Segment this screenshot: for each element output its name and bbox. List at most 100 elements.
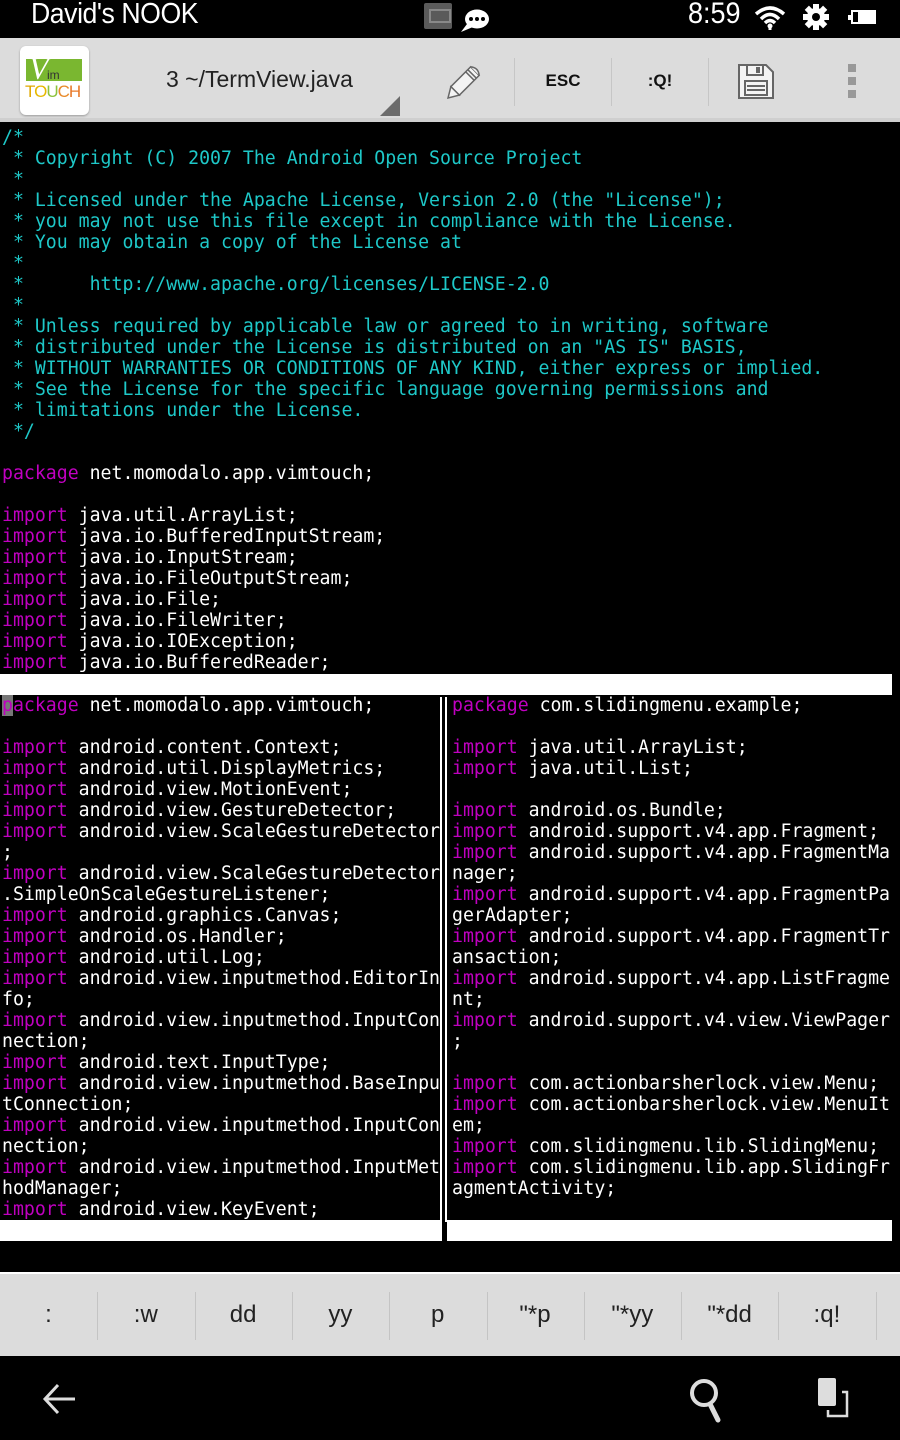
code-line: nection; <box>2 1136 90 1157</box>
keyword-token: import <box>2 1010 68 1031</box>
quick-command-button[interactable]: yy <box>292 1274 389 1356</box>
code-token: fo; <box>2 989 35 1010</box>
code-line: import android.view.MotionEvent; <box>2 779 352 800</box>
comment-token: * WITHOUT WARRANTIES OR CONDITIONS OF AN… <box>2 358 824 379</box>
keyword-token: import <box>2 547 68 568</box>
quick-command-button[interactable]: "*yy <box>584 1274 681 1356</box>
code-token: android.view.inputmethod.InputCon <box>67 1010 440 1031</box>
settings-gear-icon <box>803 4 829 30</box>
keyword-token: import <box>2 526 68 547</box>
keyword-token: import <box>2 737 68 758</box>
vertical-split-separator[interactable] <box>440 697 447 1222</box>
keyword-token: import <box>2 1199 68 1220</box>
keyword-token: import <box>2 926 68 947</box>
code-token: android.support.v4.view.ViewPager <box>517 1010 890 1031</box>
comment-token: * distributed under the License is distr… <box>2 337 747 358</box>
code-line: import java.io.BufferedReader; <box>2 652 331 673</box>
code-line: import android.os.Bundle; <box>452 800 726 821</box>
recent-apps-icon[interactable] <box>816 1376 864 1420</box>
dropdown-indicator-icon <box>380 96 400 116</box>
code-line: fo; <box>2 989 35 1010</box>
left-window-statusline: ~/TermView.java 1,1 Top <box>0 1220 442 1304</box>
code-token: gerAdapter; <box>452 905 573 926</box>
statusline-scroll: Top <box>858 737 891 758</box>
code-line: hodManager; <box>2 1178 122 1199</box>
code-token: android.os.Handler; <box>67 926 287 947</box>
floppy-disk-icon <box>738 64 774 99</box>
quick-command-button[interactable]: "*dd <box>681 1274 778 1356</box>
code-token: net.momodalo.app.vimtouch; <box>78 463 375 484</box>
code-line: nt; <box>452 989 485 1010</box>
keyword-token: ackage <box>12 695 79 716</box>
code-token: android.view.ScaleGestureDetector <box>67 821 440 842</box>
logo-v: V <box>29 50 49 86</box>
code-line: package net.momodalo.app.vimtouch; <box>2 463 374 484</box>
right-window-statusline: ~/BaseActivity.java 11,43 Top <box>447 1220 892 1304</box>
code-token: java.io.InputStream; <box>67 547 298 568</box>
vim-terminal[interactable]: /* * Copyright (C) 2007 The Android Open… <box>0 122 900 1304</box>
keyword-token: import <box>2 947 68 968</box>
divider <box>875 1292 877 1340</box>
code-token: android.util.DisplayMetrics; <box>67 758 386 779</box>
code-token: android.support.v4.app.FragmentMa <box>517 842 890 863</box>
back-arrow-icon[interactable] <box>40 1382 80 1416</box>
quick-command-button[interactable]: :w <box>97 1274 194 1356</box>
overflow-menu-button[interactable] <box>820 46 884 116</box>
code-token: java.util.ArrayList; <box>517 737 748 758</box>
vimtouch-logo[interactable]: V im TOUCH <box>20 46 89 115</box>
keyword-token: import <box>452 1010 518 1031</box>
save-button[interactable] <box>709 46 803 116</box>
comment-token: * you may not use this file except in co… <box>2 211 736 232</box>
keyword-token: import <box>452 884 518 905</box>
code-line: import android.os.Handler; <box>2 926 287 947</box>
keyword-token: import <box>452 1157 518 1178</box>
comment-token: * <box>2 253 24 274</box>
code-line: import android.support.v4.app.FragmentMa <box>452 842 890 863</box>
quick-command-button[interactable]: p <box>389 1274 486 1356</box>
code-line: */ <box>2 421 35 442</box>
search-icon[interactable] <box>686 1376 726 1424</box>
code-token: android.util.Log; <box>67 947 265 968</box>
comment-token: * Copyright (C) 2007 The Android Open So… <box>2 148 583 169</box>
code-line: * you may not use this file except in co… <box>2 211 736 232</box>
code-token: nection; <box>2 1136 90 1157</box>
code-token: agmentActivity; <box>452 1178 617 1199</box>
quick-command-button[interactable]: "*p <box>487 1274 584 1356</box>
buffer-selector[interactable]: 3 ~/TermView.java <box>166 66 353 93</box>
quick-command-button[interactable]: :q! <box>778 1274 875 1356</box>
code-line: * <box>2 295 24 316</box>
comment-token: * Unless required by applicable law or a… <box>2 316 769 337</box>
code-token: android.support.v4.app.Fragment; <box>517 821 880 842</box>
comment-token: * <box>2 169 24 190</box>
code-token: android.support.v4.app.FragmentTr <box>517 926 890 947</box>
code-token: java.util.ArrayList; <box>67 505 298 526</box>
quick-command-button[interactable]: : <box>0 1274 97 1356</box>
code-line: * http://www.apache.org/licenses/LICENSE… <box>2 274 550 295</box>
edit-button[interactable] <box>432 46 498 116</box>
comment-token: /* <box>2 127 24 148</box>
code-line: import android.view.inputmethod.InputCon <box>2 1115 440 1136</box>
comment-token: * See the License for the specific langu… <box>2 379 769 400</box>
keyword-token: import <box>2 652 68 673</box>
quick-command-button[interactable]: dd <box>195 1274 292 1356</box>
code-line: import com.actionbarsherlock.view.Menu; <box>452 1073 879 1094</box>
keyword-token: import <box>2 779 68 800</box>
esc-button[interactable]: ESC <box>515 46 611 116</box>
code-token: java.io.FileWriter; <box>67 610 287 631</box>
code-line: import android.content.Context; <box>2 737 341 758</box>
code-line: import android.view.inputmethod.InputMet <box>2 1157 440 1178</box>
code-token: android.view.GestureDetector; <box>67 800 397 821</box>
code-token: ; <box>452 1031 463 1052</box>
keyword-token: package <box>2 463 79 484</box>
code-token: android.support.v4.app.ListFragme <box>517 968 890 989</box>
keyword-token: import <box>452 1073 518 1094</box>
code-token: android.support.v4.app.FragmentPa <box>517 884 890 905</box>
force-quit-button[interactable]: :Q! <box>612 46 708 116</box>
top-window-statusline: ~/VimTouch.java 17,34 Top <box>0 674 892 758</box>
keyword-token: import <box>452 737 518 758</box>
code-line: import android.view.inputmethod.BaseInpu <box>2 1073 440 1094</box>
code-line: * See the License for the specific langu… <box>2 379 769 400</box>
keyword-token: import <box>452 1094 518 1115</box>
logo-touch: TOUCH <box>25 83 81 100</box>
code-token: android.view.inputmethod.BaseInpu <box>67 1073 440 1094</box>
